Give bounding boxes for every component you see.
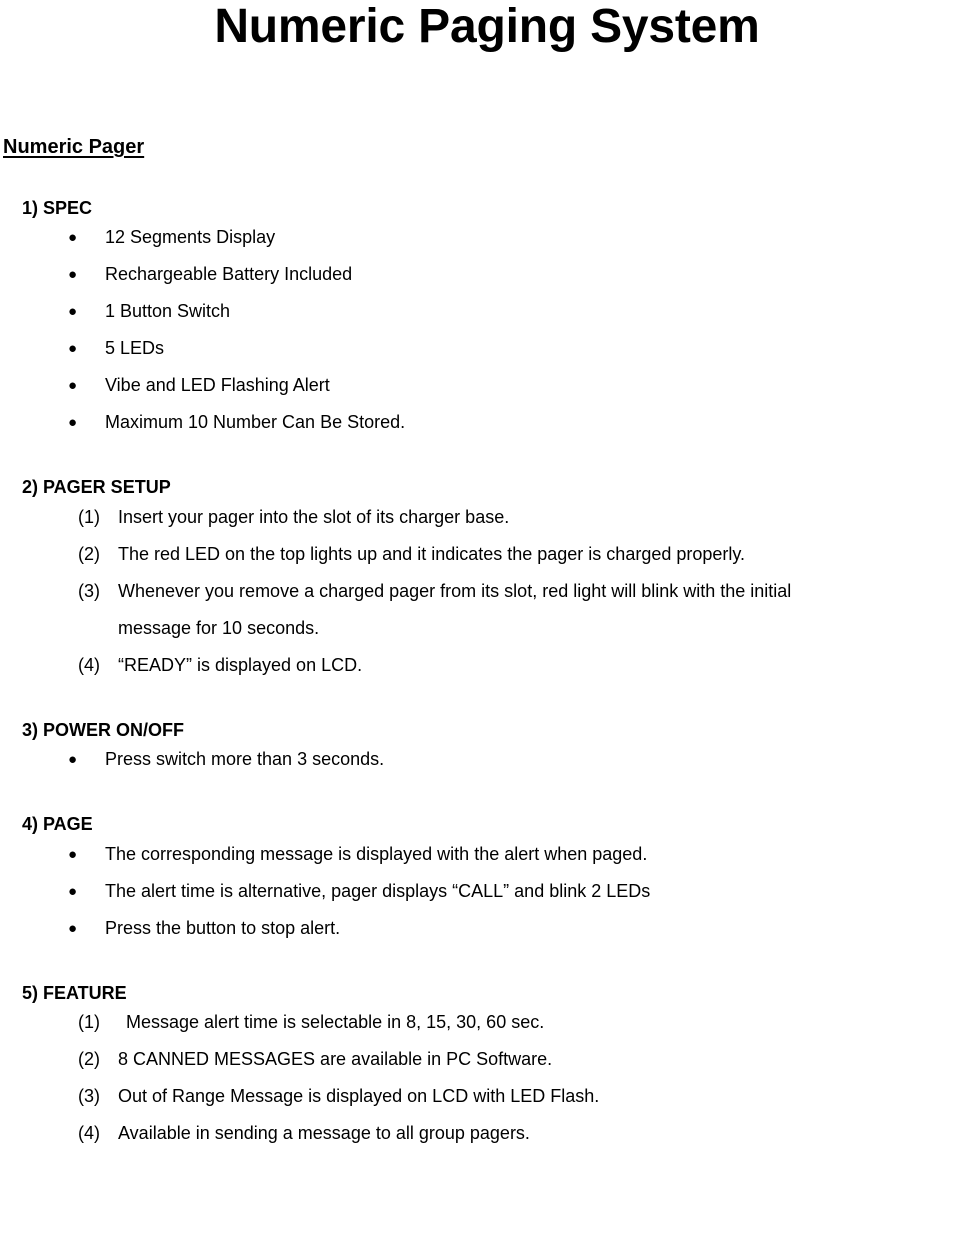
- list-item: (2) 8 CANNED MESSAGES are available in P…: [0, 1041, 974, 1078]
- list-item: ● The corresponding message is displayed…: [0, 836, 974, 873]
- group-heading-feature: 5) FEATURE: [22, 982, 127, 1003]
- list-item-label: 8 CANNED MESSAGES are available in PC So…: [118, 1049, 553, 1070]
- list-item-marker: (2): [78, 1049, 100, 1070]
- list-item: (1) Insert your pager into the slot of i…: [0, 499, 974, 536]
- page-title: Numeric Paging System: [214, 0, 760, 53]
- list-item: ● Press switch more than 3 seconds.: [0, 741, 974, 778]
- list-item: (1) Message alert time is selectable in …: [0, 1004, 974, 1041]
- list-item-marker: (4): [78, 654, 100, 675]
- bullet-list-page: ● The corresponding message is displayed…: [0, 836, 974, 947]
- list-item: ● Rechargeable Battery Included: [0, 256, 974, 293]
- list-item: (4) Available in sending a message to al…: [0, 1115, 974, 1152]
- group-heading-pager-setup: 2) PAGER SETUP: [22, 477, 171, 498]
- list-item: (4) “READY” is displayed on LCD.: [0, 647, 974, 684]
- section-page: 4) PAGE ● The corresponding message is d…: [0, 813, 974, 947]
- list-item-continuation: message for 10 seconds.: [118, 617, 320, 638]
- list-item-label: Whenever you remove a charged pager from…: [118, 580, 792, 601]
- list-item-label: The corresponding message is displayed w…: [105, 843, 648, 864]
- section-heading-numeric-pager: Numeric Pager: [3, 135, 145, 158]
- list-item-label: Rechargeable Battery Included: [105, 264, 353, 285]
- section-heading-row: Numeric Pager: [0, 135, 974, 159]
- section-power-on-off: 3) POWER ON/OFF ● Press switch more than…: [0, 719, 974, 779]
- numbered-list-pager-setup: (1) Insert your pager into the slot of i…: [0, 499, 974, 684]
- list-item: (3) Out of Range Message is displayed on…: [0, 1078, 974, 1115]
- list-item-marker: (3): [78, 580, 100, 601]
- document-page: Numeric Paging System Numeric Pager 1) S…: [0, 0, 974, 1252]
- list-item-label: 5 LEDs: [105, 338, 165, 359]
- list-item: ● 12 Segments Display: [0, 219, 974, 256]
- list-item: ● Maximum 10 Number Can Be Stored.: [0, 404, 974, 441]
- bullet-icon: ●: [68, 266, 78, 284]
- bullet-icon: ●: [68, 751, 78, 769]
- list-item-label: The red LED on the top lights up and it …: [118, 543, 746, 564]
- bullet-list-power-on-off: ● Press switch more than 3 seconds.: [0, 741, 974, 778]
- list-item-label: 12 Segments Display: [105, 227, 276, 248]
- bullet-icon: ●: [68, 845, 78, 863]
- list-item-label: Vibe and LED Flashing Alert: [105, 375, 330, 396]
- list-item: ● The alert time is alternative, pager d…: [0, 873, 974, 910]
- list-item-label: Maximum 10 Number Can Be Stored.: [105, 412, 406, 433]
- group-heading-power-on-off: 3) POWER ON/OFF: [22, 719, 184, 740]
- list-item-label: Message alert time is selectable in 8, 1…: [126, 1012, 545, 1033]
- list-item: (2) The red LED on the top lights up and…: [0, 536, 974, 573]
- bullet-icon: ●: [68, 919, 78, 937]
- list-item-label: Press switch more than 3 seconds.: [105, 749, 385, 770]
- list-item-label: The alert time is alternative, pager dis…: [105, 880, 651, 901]
- list-item: ● Press the button to stop alert.: [0, 910, 974, 947]
- list-item-label: Press the button to stop alert.: [105, 917, 341, 938]
- list-item-label: “READY” is displayed on LCD.: [118, 654, 363, 675]
- list-item-label: 1 Button Switch: [105, 301, 231, 322]
- bullet-icon: ●: [68, 303, 78, 321]
- list-item-label: Available in sending a message to all gr…: [118, 1123, 530, 1144]
- bullet-icon: ●: [68, 377, 78, 395]
- section-pager-setup: 2) PAGER SETUP (1) Insert your pager int…: [0, 476, 974, 684]
- list-item: ● Vibe and LED Flashing Alert: [0, 367, 974, 404]
- section-spec: 1) SPEC ● 12 Segments Display ● Recharge…: [0, 197, 974, 442]
- list-item-label: Out of Range Message is displayed on LCD…: [118, 1086, 600, 1107]
- bullet-list-spec: ● 12 Segments Display ● Rechargeable Bat…: [0, 219, 974, 441]
- list-item-marker: (2): [78, 543, 100, 564]
- list-item-marker: (1): [78, 1012, 100, 1033]
- list-item-marker: (3): [78, 1086, 100, 1107]
- numbered-list-feature: (1) Message alert time is selectable in …: [0, 1004, 974, 1152]
- list-item: (3) Whenever you remove a charged pager …: [0, 573, 974, 647]
- bullet-icon: ●: [68, 340, 78, 358]
- list-item: ● 5 LEDs: [0, 330, 974, 367]
- section-feature: 5) FEATURE (1) Message alert time is sel…: [0, 982, 974, 1153]
- list-item-label: Insert your pager into the slot of its c…: [118, 506, 510, 527]
- bullet-icon: ●: [68, 882, 78, 900]
- list-item-marker: (1): [78, 506, 100, 527]
- list-item-marker: (4): [78, 1123, 100, 1144]
- bullet-icon: ●: [68, 229, 78, 247]
- list-item: ● 1 Button Switch: [0, 293, 974, 330]
- bullet-icon: ●: [68, 414, 78, 432]
- group-heading-page: 4) PAGE: [22, 814, 93, 835]
- group-heading-spec: 1) SPEC: [22, 197, 93, 218]
